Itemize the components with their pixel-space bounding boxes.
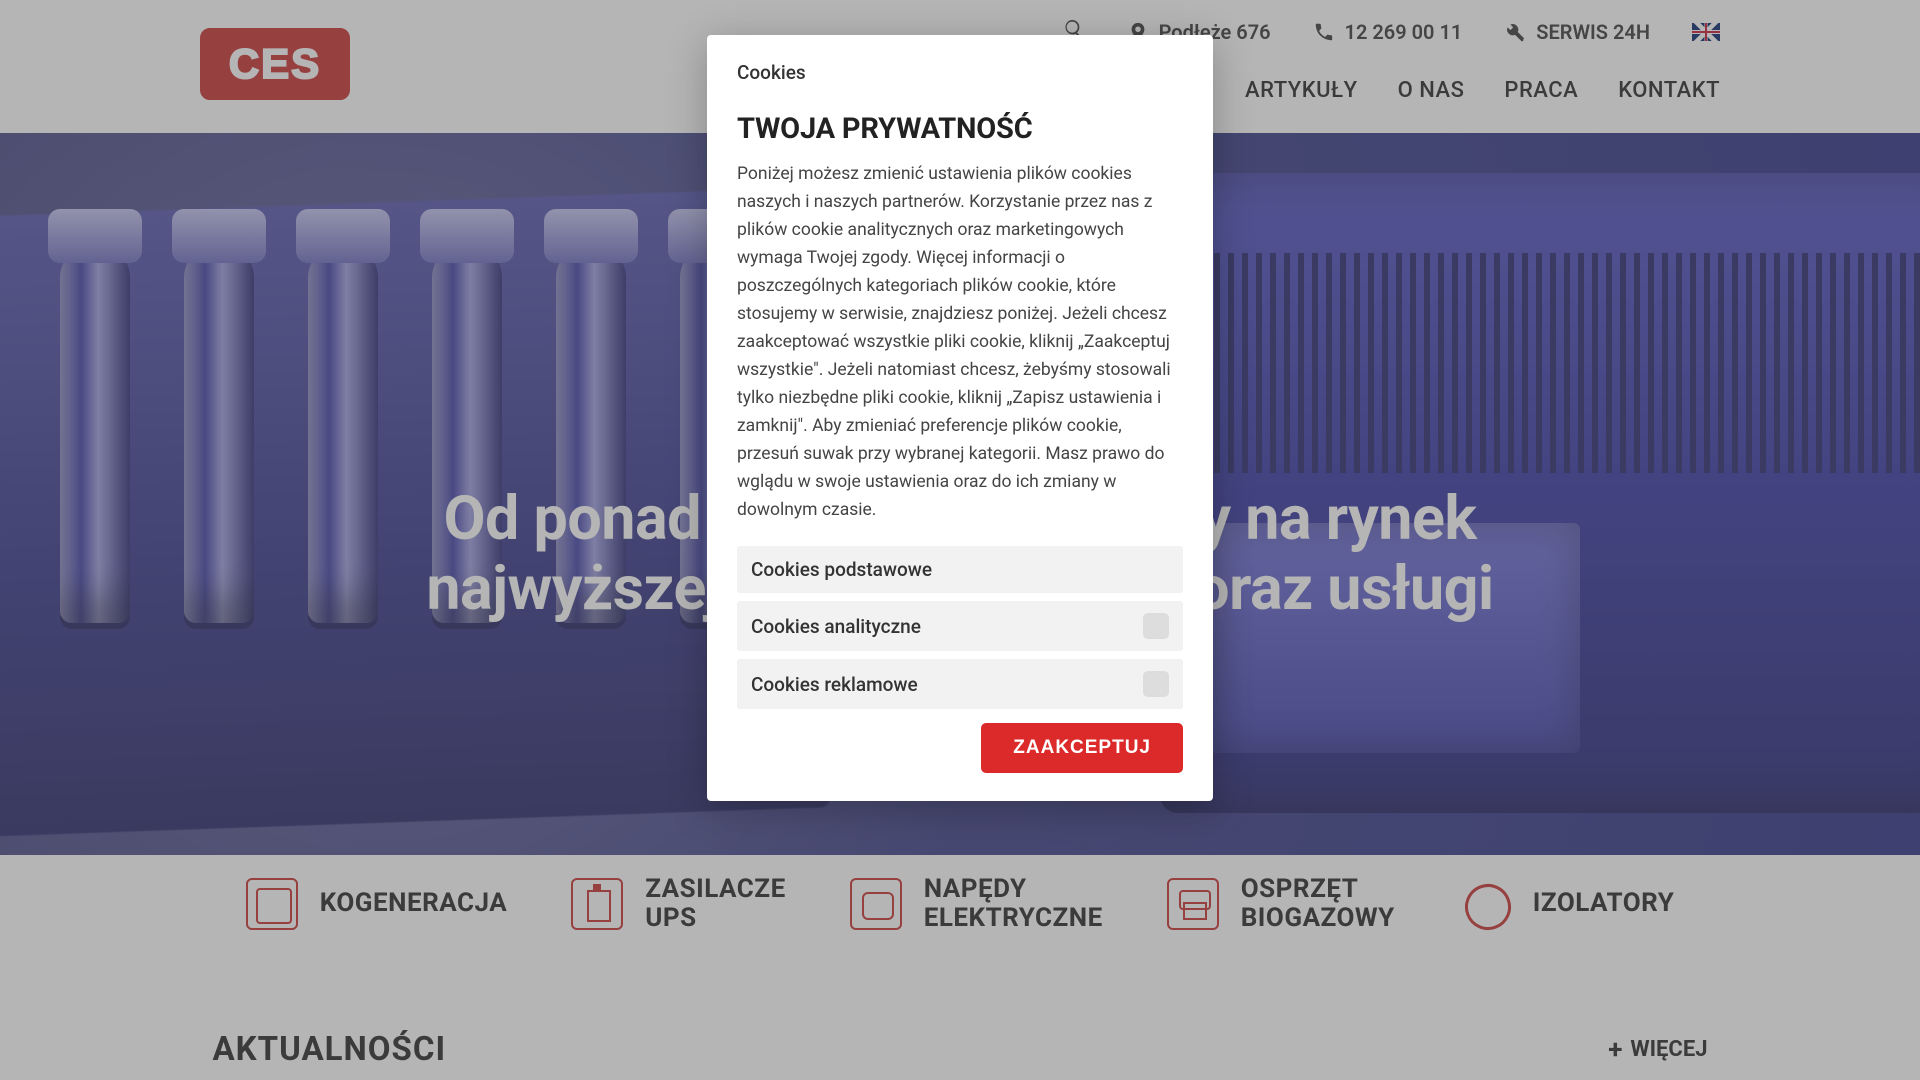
- modal-title: TWOJA PRYWATNOŚĆ: [737, 112, 1183, 146]
- cookie-row-ads[interactable]: Cookies reklamowe: [737, 659, 1183, 709]
- cookie-row-label: Cookies podstawowe: [751, 558, 932, 581]
- cookie-row-label: Cookies analityczne: [751, 615, 921, 638]
- toggle-ads[interactable]: [1143, 671, 1169, 697]
- cookie-modal: Cookies TWOJA PRYWATNOŚĆ Poniżej możesz …: [707, 35, 1213, 801]
- modal-overlay: Cookies TWOJA PRYWATNOŚĆ Poniżej możesz …: [0, 0, 1920, 1080]
- toggle-analytics[interactable]: [1143, 613, 1169, 639]
- accept-button[interactable]: ZAAKCEPTUJ: [981, 723, 1183, 773]
- cookie-row-label: Cookies reklamowe: [751, 673, 918, 696]
- cookie-row-analytics[interactable]: Cookies analityczne: [737, 601, 1183, 651]
- modal-body-text: Poniżej możesz zmienić ustawienia plików…: [737, 160, 1183, 524]
- cookie-row-basic[interactable]: Cookies podstawowe: [737, 546, 1183, 593]
- modal-small-label: Cookies: [737, 61, 1183, 84]
